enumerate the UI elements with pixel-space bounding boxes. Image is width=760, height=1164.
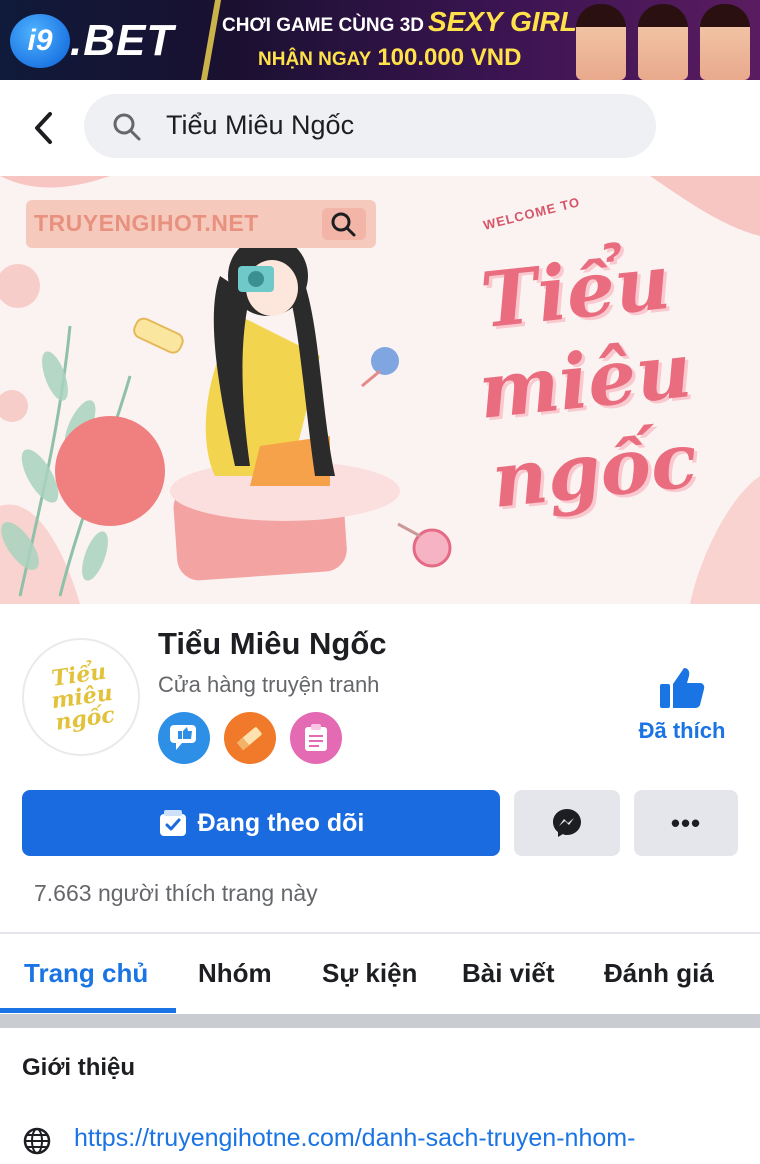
thumbs-up-icon <box>660 668 705 708</box>
search-input[interactable]: Tiểu Miêu Ngốc <box>84 94 656 158</box>
following-button[interactable]: Đang theo dõi <box>22 790 500 856</box>
pencil-icon <box>236 727 262 751</box>
intro-section: Giới thiệu https://truyengihotne.com/dan… <box>0 1028 760 1155</box>
tab-groups[interactable]: Nhóm <box>198 958 272 989</box>
avatar-art-text: Tiểu miêu ngốc <box>49 658 117 736</box>
badge-content[interactable] <box>224 712 276 764</box>
messenger-icon <box>553 809 581 837</box>
cover-site-text: TRUYENGIHOT.NET <box>34 210 259 236</box>
page-profile: Tiểu miêu ngốc Tiểu Miêu Ngốc Cửa hàng t… <box>0 604 760 934</box>
page-title: Tiểu Miêu Ngốc <box>158 626 387 661</box>
search-header: Tiểu Miêu Ngốc <box>0 80 760 176</box>
chat-like-icon <box>170 725 196 750</box>
ad-headline: CHƠI GAME CÙNG 3D SEXY GIRL <box>222 6 577 38</box>
search-icon <box>322 208 366 240</box>
ad-subline-highlight: 100.000 VND <box>377 44 522 71</box>
intro-title: Giới thiệu <box>22 1054 136 1081</box>
ad-logo-text: .BET <box>70 16 175 65</box>
avatar[interactable]: Tiểu miêu ngốc <box>22 638 140 756</box>
clipboard-icon <box>305 724 327 751</box>
ad-logo-badge: i9 <box>10 14 70 68</box>
ad-figure <box>576 4 626 80</box>
back-button[interactable] <box>24 108 64 148</box>
ad-headline-highlight: SEXY GIRL <box>428 6 577 37</box>
cover-photo[interactable]: TRUYENGIHOT.NET WELCOME TO Tiểu miêu ngố… <box>0 176 760 604</box>
tab-posts[interactable]: Bài viết <box>462 958 555 989</box>
search-icon <box>113 113 141 141</box>
likes-count: 7.663 người thích trang này <box>34 880 318 906</box>
globe-icon <box>23 1127 51 1155</box>
messenger-button[interactable] <box>514 790 620 856</box>
following-box-icon <box>158 808 188 838</box>
ad-headline-text: CHƠI GAME CÙNG 3D <box>222 15 424 36</box>
active-tab-indicator <box>0 1008 176 1013</box>
back-arrow-icon <box>35 112 52 144</box>
liked-label: Đã thích <box>638 718 726 743</box>
tab-home[interactable]: Trang chủ <box>24 958 148 989</box>
ad-logo: i9 .BET <box>6 10 206 70</box>
section-separator <box>0 1014 760 1028</box>
page-tabs: Trang chủ Nhóm Sự kiện Bài viết Đánh giá <box>0 934 760 1014</box>
ad-banner[interactable]: i9 .BET CHƠI GAME CÙNG 3D SEXY GIRL NHẬN … <box>0 0 760 80</box>
search-query: Tiểu Miêu Ngốc <box>166 110 355 140</box>
cover-title-art: Tiểu miêu ngốc <box>474 236 702 525</box>
ad-figure <box>700 4 750 80</box>
badge-checklist[interactable] <box>290 712 342 764</box>
ad-subline-text: NHẬN NGAY <box>258 49 372 70</box>
more-options-button[interactable]: ••• <box>634 790 738 856</box>
website-row: https://truyengihotne.com/danh-sach-truy… <box>22 1124 760 1164</box>
ad-figure <box>638 4 688 80</box>
following-label: Đang theo dõi <box>197 808 365 837</box>
ad-subline: NHẬN NGAY 100.000 VND <box>258 44 521 72</box>
liked-button[interactable]: Đã thích <box>630 660 734 750</box>
tab-reviews[interactable]: Đánh giá <box>604 958 714 989</box>
ad-image <box>566 0 760 80</box>
cover-site-label: TRUYENGIHOT.NET <box>26 200 376 248</box>
badge-responsive[interactable] <box>158 712 210 764</box>
website-link[interactable]: https://truyengihotne.com/danh-sach-truy… <box>74 1124 635 1153</box>
page-category: Cửa hàng truyện tranh <box>158 672 380 697</box>
tab-events[interactable]: Sự kiện <box>322 958 417 989</box>
